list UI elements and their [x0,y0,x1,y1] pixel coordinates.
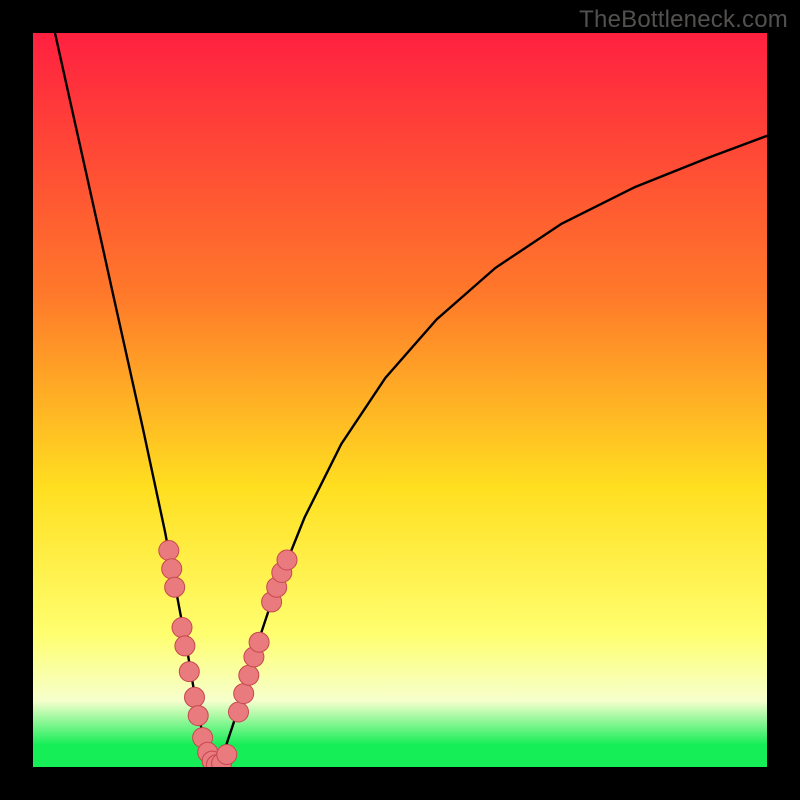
data-point [162,559,182,579]
chart-container: TheBottleneck.com [0,0,800,800]
data-point [239,665,259,685]
watermark-text: TheBottleneck.com [579,6,788,34]
data-point [234,684,254,704]
data-point [217,745,237,765]
plot-area [33,33,767,767]
data-point [229,702,249,722]
data-point [159,541,179,561]
gradient-background [33,33,767,767]
data-point [277,550,297,570]
data-point [179,662,199,682]
chart-svg [33,33,767,767]
data-point [165,577,185,597]
data-point [185,687,205,707]
data-point [188,706,208,726]
data-point [172,618,192,638]
data-point [249,632,269,652]
data-point [175,636,195,656]
